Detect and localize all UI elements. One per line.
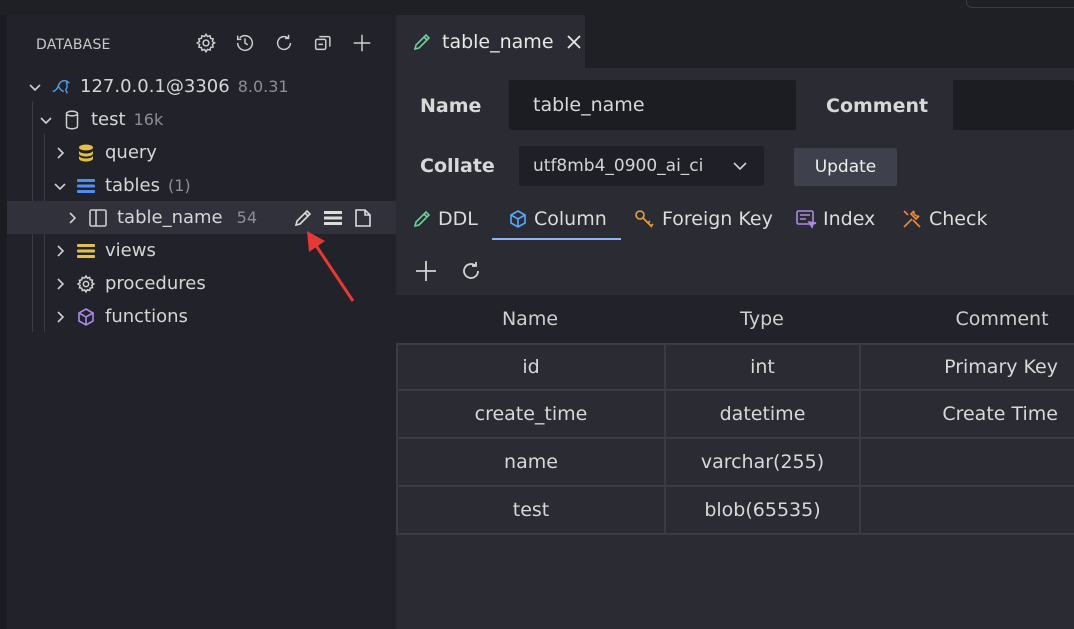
table-item-label: table_name bbox=[117, 207, 223, 228]
query-label: query bbox=[105, 142, 157, 163]
table-row[interactable]: id int Primary Key bbox=[396, 343, 1074, 391]
cell-type[interactable]: blob(65535) bbox=[666, 487, 861, 535]
chevron-right-icon[interactable] bbox=[53, 146, 67, 160]
key-icon bbox=[634, 209, 656, 229]
subtab-ddl[interactable]: DDL bbox=[412, 199, 478, 239]
cell-name[interactable]: id bbox=[396, 343, 666, 391]
cell-type[interactable]: datetime bbox=[666, 391, 861, 439]
collate-select[interactable]: utf8mb4_0900_ai_ci bbox=[519, 146, 764, 186]
new-file-icon[interactable] bbox=[352, 207, 374, 229]
chevron-right-icon[interactable] bbox=[53, 310, 67, 324]
tables-list-icon bbox=[75, 175, 97, 197]
list-icon[interactable] bbox=[322, 207, 344, 229]
chevron-down-icon[interactable] bbox=[53, 179, 67, 193]
chevron-right-icon[interactable] bbox=[65, 211, 79, 225]
column-header-type[interactable]: Type bbox=[740, 308, 784, 330]
cube-icon bbox=[508, 209, 528, 229]
tab-table-name[interactable]: table_name bbox=[396, 15, 585, 69]
update-button[interactable]: Update bbox=[794, 148, 897, 186]
subtab-label: Foreign Key bbox=[662, 208, 773, 230]
column-header-comment[interactable]: Comment bbox=[955, 308, 1048, 330]
history-icon[interactable] bbox=[232, 30, 257, 55]
sidebar-title: DATABASE bbox=[36, 37, 111, 53]
chevron-down-icon[interactable] bbox=[39, 113, 53, 127]
cell-name[interactable]: test bbox=[396, 487, 666, 535]
procedures-gear-icon bbox=[75, 273, 97, 295]
table-row[interactable]: create_time datetime Create Time bbox=[396, 391, 1074, 439]
comment-input[interactable] bbox=[953, 80, 1074, 130]
functions-label: functions bbox=[105, 306, 188, 327]
subtab-column[interactable]: Column bbox=[492, 199, 621, 240]
database-size: 16k bbox=[133, 110, 164, 129]
cell-comment[interactable] bbox=[861, 439, 1074, 487]
index-icon bbox=[795, 209, 817, 229]
table-editor: table_name Name table_name Comment Colla… bbox=[396, 15, 1074, 629]
table-header: Name Type Comment bbox=[396, 295, 1074, 343]
database-icon bbox=[61, 109, 83, 131]
mysql-version: 8.0.31 bbox=[237, 77, 289, 96]
name-label: Name bbox=[420, 95, 482, 117]
tree-query[interactable]: query bbox=[7, 136, 396, 169]
tree-connection[interactable]: 127.0.0.1@3306 8.0.31 bbox=[7, 70, 396, 103]
table-row[interactable]: test blob(65535) bbox=[396, 487, 1074, 535]
cell-comment[interactable] bbox=[861, 487, 1074, 535]
subtab-label: Column bbox=[534, 208, 607, 230]
query-stack-icon bbox=[75, 142, 97, 164]
views-label: views bbox=[105, 240, 156, 261]
subtab-label: DDL bbox=[438, 208, 478, 230]
add-icon[interactable] bbox=[349, 30, 374, 55]
titlebar-edge bbox=[966, 0, 1074, 8]
chevron-right-icon[interactable] bbox=[53, 277, 67, 291]
connection-label: 127.0.0.1@3306 bbox=[80, 76, 230, 97]
subtab-label: Index bbox=[823, 208, 876, 230]
chevron-down-icon[interactable] bbox=[28, 80, 42, 94]
cell-comment[interactable]: Create Time bbox=[861, 391, 1074, 439]
tables-count: (1) bbox=[167, 176, 191, 195]
annotation-arrow bbox=[307, 231, 355, 302]
activity-bar-edge bbox=[0, 15, 7, 629]
comment-label: Comment bbox=[826, 95, 929, 117]
database-sidebar: DATABASE 127.0.0.1@3306 8.0.31 test 16k … bbox=[0, 15, 396, 629]
subtab-foreign-key[interactable]: Foreign Key bbox=[634, 199, 773, 239]
sidebar-toolbar bbox=[193, 30, 374, 55]
chevron-right-icon[interactable] bbox=[53, 244, 67, 258]
subtab-check[interactable]: Check bbox=[901, 199, 987, 239]
chevron-down-icon bbox=[732, 158, 748, 179]
cell-type[interactable]: varchar(255) bbox=[666, 439, 861, 487]
cell-type[interactable]: int bbox=[666, 343, 861, 391]
procedures-label: procedures bbox=[105, 273, 206, 294]
add-column-icon[interactable] bbox=[413, 258, 439, 284]
cell-comment[interactable]: Primary Key bbox=[861, 343, 1074, 391]
subtab-label: Check bbox=[929, 208, 988, 230]
tree-tables[interactable]: tables (1) bbox=[7, 169, 396, 202]
collate-label: Collate bbox=[420, 155, 495, 177]
collapse-all-icon[interactable] bbox=[310, 30, 335, 55]
mysql-dolphin-icon bbox=[50, 76, 72, 98]
table-row[interactable]: name varchar(255) bbox=[396, 439, 1074, 487]
table-item-count: 54 bbox=[236, 208, 257, 227]
refresh-icon[interactable] bbox=[458, 258, 484, 284]
settings-icon[interactable] bbox=[193, 30, 218, 55]
edit-pencil-icon bbox=[412, 32, 432, 52]
cell-name[interactable]: create_time bbox=[396, 391, 666, 439]
table-icon bbox=[87, 207, 109, 229]
refresh-icon[interactable] bbox=[271, 30, 296, 55]
window-titlebar bbox=[0, 0, 1074, 15]
pencil-icon bbox=[412, 209, 432, 229]
tab-label: table_name bbox=[442, 30, 554, 53]
database-label: test bbox=[91, 109, 126, 130]
views-list-icon bbox=[75, 240, 97, 262]
close-icon[interactable] bbox=[566, 34, 582, 50]
functions-cube-icon bbox=[75, 306, 97, 328]
tree-database-test[interactable]: test 16k bbox=[7, 103, 396, 136]
collate-value: utf8mb4_0900_ai_ci bbox=[533, 156, 704, 176]
subtab-index[interactable]: Index bbox=[795, 199, 875, 239]
edit-pencil-icon[interactable] bbox=[292, 207, 314, 229]
table-name-input[interactable]: table_name bbox=[509, 80, 796, 130]
editor-tabbar: table_name bbox=[396, 15, 1074, 69]
cell-name[interactable]: name bbox=[396, 439, 666, 487]
column-header-name[interactable]: Name bbox=[502, 308, 558, 330]
tools-icon bbox=[901, 208, 923, 230]
tables-label: tables bbox=[105, 175, 160, 196]
